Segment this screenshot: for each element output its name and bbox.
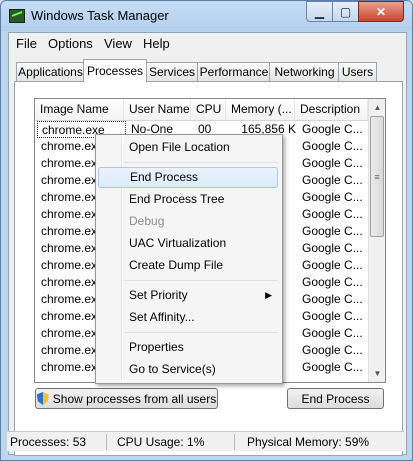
menu-item-label: Go to Service(s)	[129, 362, 216, 376]
menu-item-open-file-location[interactable]: Open File Location	[98, 137, 278, 158]
description-cell: Google C...	[302, 190, 363, 204]
description-cell: Google C...	[302, 309, 363, 323]
description-cell: Google C...	[302, 156, 363, 170]
menu-item-label: Set Priority	[129, 288, 188, 302]
description-cell: Google C...	[302, 292, 363, 306]
close-button[interactable]: ✕	[358, 1, 404, 22]
menu-item-end-process[interactable]: End Process	[98, 167, 278, 188]
tab-processes[interactable]: Processes	[83, 59, 147, 82]
task-manager-icon	[9, 9, 25, 23]
maximize-button[interactable]: ▢	[332, 1, 359, 22]
tab-applications[interactable]: Applications	[16, 62, 85, 81]
tab-strip: Applications Processes Services Performa…	[9, 59, 406, 82]
menu-separator	[124, 162, 278, 163]
menu-item-label: Debug	[129, 214, 165, 228]
scroll-down-arrow-icon[interactable]: ▼	[369, 365, 385, 382]
column-cpu[interactable]: CPU	[191, 99, 226, 120]
menu-file[interactable]: File	[16, 36, 37, 51]
menu-item-go-to-service-s[interactable]: Go to Service(s)	[98, 359, 278, 380]
column-user-name[interactable]: User Name	[124, 99, 191, 120]
end-process-button[interactable]: End Process	[287, 388, 384, 409]
menu-item-uac-virtualization[interactable]: UAC Virtualization	[98, 233, 278, 254]
menu-item-label: Set Affinity...	[129, 310, 195, 324]
menu-item-label: UAC Virtualization	[129, 236, 227, 250]
menu-item-label: End Process	[130, 170, 199, 184]
window-title: Windows Task Manager	[31, 8, 169, 23]
menu-options[interactable]: Options	[48, 36, 93, 51]
menu-help[interactable]: Help	[143, 36, 170, 51]
menu-item-label: Properties	[129, 340, 184, 354]
tab-networking[interactable]: Networking	[269, 62, 340, 81]
status-separator	[106, 434, 107, 450]
menu-item-set-priority[interactable]: Set Priority ▶	[98, 285, 278, 306]
menu-item-create-dump-file[interactable]: Create Dump File	[98, 255, 278, 276]
tab-performance[interactable]: Performance	[197, 62, 271, 81]
vertical-scrollbar[interactable]: ▲ ≡ ▼	[368, 99, 385, 382]
menu-item-label: End Process Tree	[129, 192, 225, 206]
context-menu: Open File Location End Process End Process…	[95, 134, 283, 384]
description-cell: Google C...	[302, 343, 363, 357]
menu-item-label: Create Dump File	[129, 258, 224, 272]
status-processes: Processes: 53	[10, 435, 87, 449]
scroll-up-arrow-icon[interactable]: ▲	[369, 99, 385, 116]
description-cell: Google C...	[302, 360, 363, 374]
show-all-users-button[interactable]: Show processes from all users	[35, 388, 218, 409]
menu-item-debug: Debug	[98, 211, 278, 232]
column-header: ▲ Image Name User Name CPU Memory (... D…	[35, 99, 368, 121]
description-cell: Google C...	[302, 207, 363, 221]
menu-item-end-process-tree[interactable]: End Process Tree	[98, 189, 278, 210]
title-bar[interactable]: Windows Task Manager ▁ ▢ ✕	[1, 1, 412, 31]
status-bar: Processes: 53 CPU Usage: 1% Physical Mem…	[7, 431, 404, 451]
description-cell: Google C...	[302, 326, 363, 340]
column-image-name-label: Image Name	[40, 102, 109, 116]
column-memory[interactable]: Memory (...	[226, 99, 295, 120]
description-cell: Google C...	[302, 173, 363, 187]
column-description[interactable]: Description	[295, 99, 368, 120]
status-memory: Physical Memory: 59%	[247, 435, 370, 449]
description-cell: Google C...	[302, 122, 363, 136]
menu-separator	[124, 280, 278, 281]
menu-separator	[124, 332, 278, 333]
tab-users[interactable]: Users	[338, 62, 377, 81]
description-cell: Google C...	[302, 139, 363, 153]
show-all-users-label: Show processes from all users	[52, 391, 217, 406]
menu-item-label: Open File Location	[129, 140, 230, 154]
menu-view[interactable]: View	[104, 36, 132, 51]
menu-item-set-affinity[interactable]: Set Affinity...	[98, 307, 278, 328]
tab-services[interactable]: Services	[145, 62, 199, 81]
menu-item-properties[interactable]: Properties	[98, 337, 278, 358]
column-image-name[interactable]: ▲ Image Name	[35, 99, 124, 120]
description-cell: Google C...	[302, 275, 363, 289]
description-cell: Google C...	[302, 241, 363, 255]
uac-shield-icon	[36, 392, 49, 405]
status-cpu: CPU Usage: 1%	[117, 435, 205, 449]
minimize-button[interactable]: ▁	[306, 1, 333, 22]
description-cell: Google C...	[302, 258, 363, 272]
submenu-arrow-icon: ▶	[265, 290, 272, 300]
thumb-grip-icon: ≡	[374, 171, 380, 182]
description-cell: Google C...	[302, 224, 363, 238]
menu-bar: File Options View Help	[9, 33, 406, 53]
sort-ascending-icon: ▲	[76, 103, 83, 110]
status-separator	[234, 434, 235, 450]
scroll-thumb[interactable]: ≡	[370, 116, 384, 237]
